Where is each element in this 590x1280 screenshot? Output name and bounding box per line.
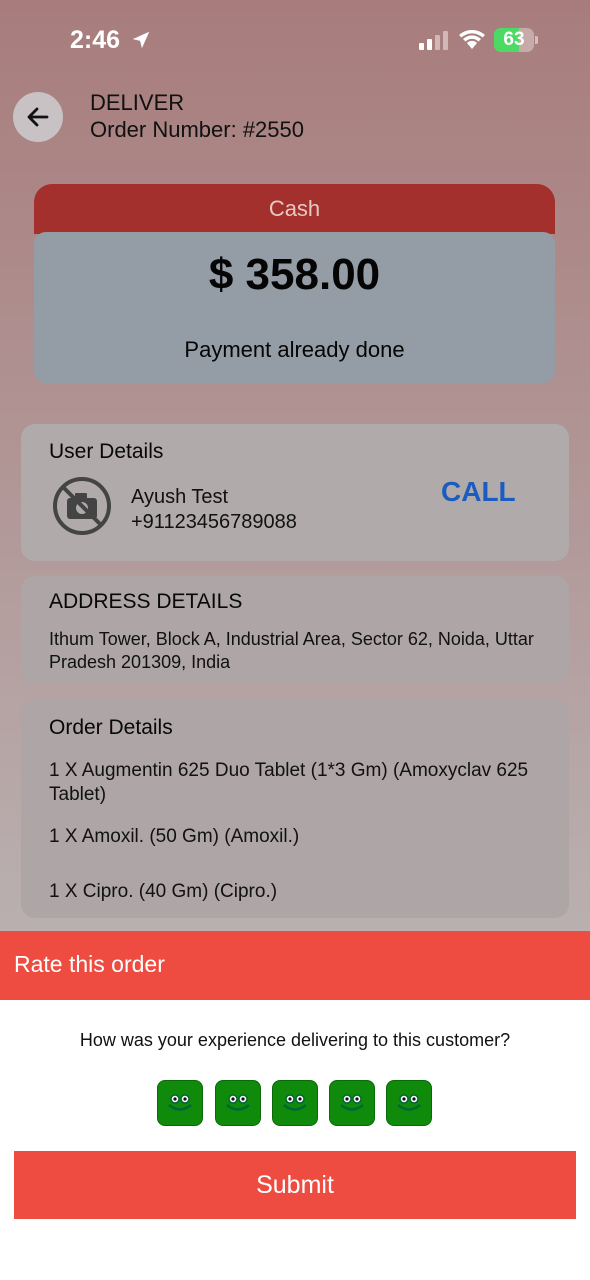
payment-status: Payment already done bbox=[184, 337, 405, 362]
location-arrow-icon bbox=[132, 31, 150, 49]
order-number: Order Number: #2550 bbox=[90, 117, 304, 142]
order-item: 1 X Cipro. (40 Gm) (Cipro.) bbox=[49, 881, 278, 902]
user-details-card: User Details Ayush Test +91123456789088 … bbox=[21, 424, 569, 561]
user-name: Ayush Test bbox=[131, 486, 229, 508]
submit-button[interactable]: Submit bbox=[14, 1151, 576, 1219]
battery-charging-icon: 63 bbox=[494, 28, 538, 52]
user-phone: +91123456789088 bbox=[131, 511, 297, 533]
rating-star-4[interactable] bbox=[329, 1080, 375, 1126]
payment-method-tab: Cash bbox=[34, 184, 555, 234]
back-button[interactable] bbox=[13, 92, 63, 142]
rate-order-title: Rate this order bbox=[14, 951, 165, 977]
smiley-face-icon bbox=[226, 1094, 250, 1111]
address-details-card: ADDRESS DETAILS Ithum Tower, Block A, In… bbox=[21, 576, 569, 684]
address-text: Ithum Tower, Block A, Industrial Area, S… bbox=[49, 629, 534, 672]
smiley-face-icon bbox=[283, 1094, 307, 1111]
rate-order-header: Rate this order bbox=[0, 931, 590, 1000]
rating-star-5[interactable] bbox=[386, 1080, 432, 1126]
cellular-signal-icon bbox=[419, 31, 448, 50]
wifi-icon bbox=[459, 29, 485, 49]
order-item: 1 X Amoxil. (50 Gm) (Amoxil.) bbox=[49, 826, 300, 847]
payment-amount: $ 358.00 bbox=[208, 250, 381, 299]
user-details-title: User Details bbox=[49, 440, 164, 463]
page-title: DELIVER bbox=[90, 90, 185, 115]
smiley-face-icon bbox=[397, 1094, 421, 1111]
status-bar: 2:46 63 bbox=[0, 0, 590, 80]
address-details-title: ADDRESS DETAILS bbox=[49, 590, 243, 613]
call-button[interactable]: CALL bbox=[441, 476, 516, 508]
no-photo-icon bbox=[53, 477, 111, 535]
rating-star-2[interactable] bbox=[215, 1080, 261, 1126]
status-time: 2:46 bbox=[70, 26, 121, 54]
battery-level: 63 bbox=[503, 29, 525, 50]
order-details-title: Order Details bbox=[49, 716, 173, 739]
rating-sheet: How was your experience delivering to th… bbox=[0, 1000, 590, 1280]
order-details-card: Order Details 1 X Augmentin 625 Duo Tabl… bbox=[21, 700, 569, 918]
arrow-left-icon bbox=[27, 107, 49, 127]
payment-card: $ 358.00 Payment already done bbox=[34, 232, 555, 383]
rating-stars bbox=[157, 1080, 437, 1126]
rating-star-3[interactable] bbox=[272, 1080, 318, 1126]
rating-star-1[interactable] bbox=[157, 1080, 203, 1126]
smiley-face-icon bbox=[340, 1094, 364, 1111]
smiley-face-icon bbox=[168, 1094, 192, 1111]
rating-question: How was your experience delivering to th… bbox=[79, 1030, 511, 1050]
order-item: 1 X Augmentin 625 Duo Tablet (1*3 Gm) (A… bbox=[49, 760, 529, 805]
